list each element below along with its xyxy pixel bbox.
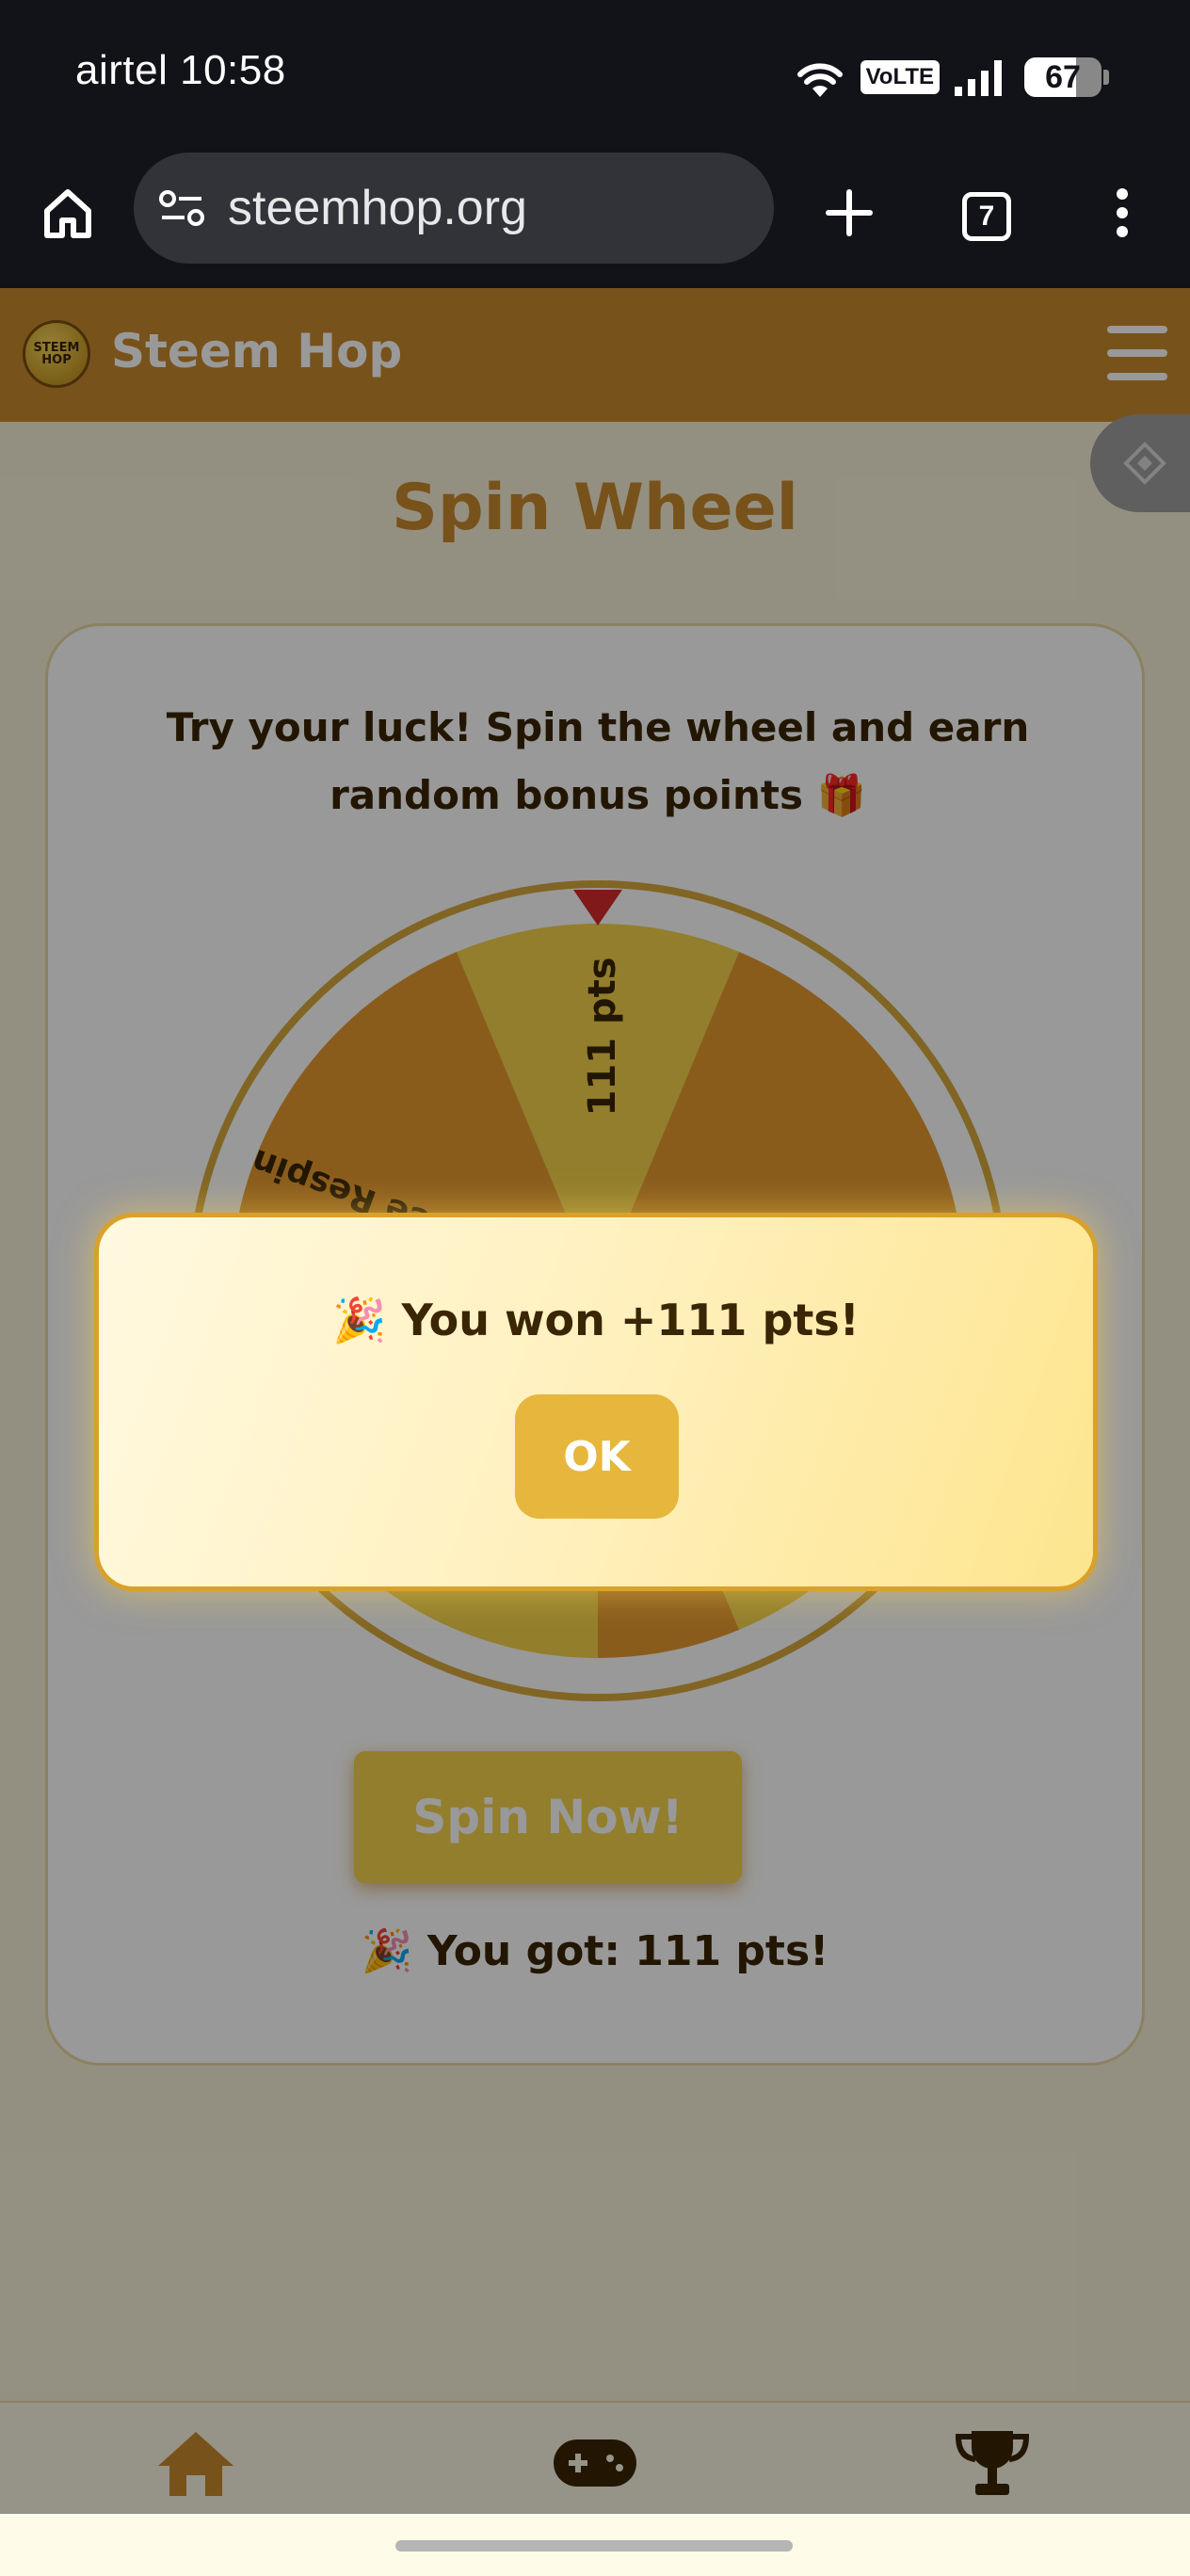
status-icons: VoLTE 67 bbox=[793, 49, 1109, 105]
ok-button[interactable]: OK bbox=[515, 1394, 679, 1519]
carrier-time: airtel 10:58 bbox=[75, 47, 286, 94]
address-bar[interactable]: steemhop.org bbox=[134, 153, 774, 264]
more-icon[interactable] bbox=[1088, 179, 1156, 247]
carrier-name: airtel bbox=[75, 47, 169, 93]
gesture-area bbox=[0, 2514, 1190, 2576]
url-text[interactable]: steemhop.org bbox=[228, 180, 527, 236]
win-dialog: 🎉 You won +111 pts! OK bbox=[94, 1213, 1098, 1591]
tune-icon[interactable] bbox=[158, 187, 207, 229]
win-message: 🎉 You won +111 pts! bbox=[332, 1295, 860, 1345]
tabs-icon[interactable]: 7 bbox=[953, 183, 1021, 250]
volte-badge: VoLTE bbox=[860, 60, 940, 94]
gesture-handle[interactable] bbox=[395, 2540, 793, 2552]
status-bar: airtel 10:58 VoLTE 67 bbox=[0, 0, 1190, 141]
home-icon[interactable] bbox=[34, 179, 102, 247]
tab-count: 7 bbox=[962, 192, 1011, 241]
browser-toolbar: steemhop.org 7 bbox=[0, 141, 1190, 288]
battery-indicator: 67 bbox=[1024, 57, 1109, 97]
battery-percent: 67 bbox=[1045, 58, 1081, 95]
signal-icon bbox=[955, 60, 1002, 96]
wifi-icon bbox=[796, 63, 843, 97]
plus-icon[interactable] bbox=[815, 179, 883, 247]
clock: 10:58 bbox=[180, 47, 286, 93]
